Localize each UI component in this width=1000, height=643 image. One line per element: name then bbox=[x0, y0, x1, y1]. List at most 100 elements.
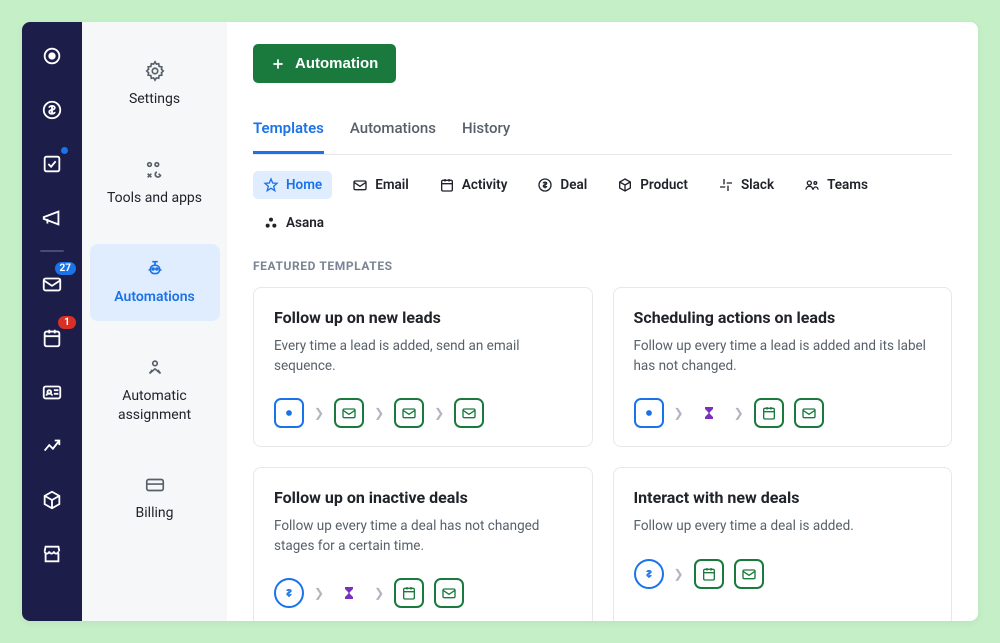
filter-home[interactable]: Home bbox=[253, 171, 332, 199]
mail-icon bbox=[434, 578, 464, 608]
wait-icon bbox=[334, 578, 364, 608]
filter-email[interactable]: Email bbox=[342, 171, 419, 199]
nav-marketplace-icon[interactable] bbox=[38, 540, 66, 568]
calendar-icon bbox=[694, 559, 724, 589]
side-label: Settings bbox=[129, 91, 180, 107]
button-label: Automation bbox=[295, 55, 378, 72]
filter-label: Product bbox=[640, 177, 688, 193]
template-cards: Follow up on new leads Every time a lead… bbox=[253, 287, 952, 621]
filter-label: Email bbox=[375, 177, 409, 193]
side-item-billing[interactable]: Billing bbox=[90, 460, 220, 537]
filter-asana[interactable]: Asana bbox=[253, 209, 334, 237]
mail-icon bbox=[334, 398, 364, 428]
nav-insights-icon[interactable] bbox=[38, 432, 66, 460]
box-icon bbox=[617, 177, 633, 193]
filter-teams[interactable]: Teams bbox=[794, 171, 878, 199]
card-desc: Follow up every time a deal is added. bbox=[634, 517, 932, 537]
target-icon bbox=[274, 398, 304, 428]
template-card[interactable]: Scheduling actions on leads Follow up ev… bbox=[613, 287, 953, 447]
chevron-right-icon: ❯ bbox=[314, 406, 324, 420]
side-item-settings[interactable]: Settings bbox=[90, 46, 220, 123]
side-label: Tools and apps bbox=[107, 190, 202, 206]
filter-deal[interactable]: Deal bbox=[527, 171, 597, 199]
dollar-icon bbox=[537, 177, 553, 193]
tools-icon bbox=[144, 159, 166, 181]
filter-label: Activity bbox=[462, 177, 508, 193]
chevron-right-icon: ❯ bbox=[674, 406, 684, 420]
card-title: Follow up on inactive deals bbox=[274, 488, 572, 507]
nav-activities-icon[interactable]: 1 bbox=[38, 324, 66, 352]
card-title: Interact with new deals bbox=[634, 488, 932, 507]
nav-mail-badge: 27 bbox=[55, 262, 76, 275]
card-desc: Every time a lead is added, send an emai… bbox=[274, 337, 572, 376]
mail-icon bbox=[454, 398, 484, 428]
chevron-right-icon: ❯ bbox=[434, 406, 444, 420]
nav-products-icon[interactable] bbox=[38, 486, 66, 514]
side-item-tools[interactable]: Tools and apps bbox=[90, 145, 220, 222]
side-item-automations[interactable]: Automations bbox=[90, 244, 220, 321]
chevron-right-icon: ❯ bbox=[374, 586, 384, 600]
mail-icon bbox=[734, 559, 764, 589]
calendar-icon bbox=[439, 177, 455, 193]
nav-contacts-icon[interactable] bbox=[38, 378, 66, 406]
template-card[interactable]: Follow up on new leads Every time a lead… bbox=[253, 287, 593, 447]
nav-rail: 27 1 bbox=[22, 22, 82, 621]
add-automation-button[interactable]: Automation bbox=[253, 44, 396, 83]
side-item-assignment[interactable]: Automatic assignment bbox=[90, 343, 220, 439]
chevron-right-icon: ❯ bbox=[374, 406, 384, 420]
main-content: Automation Templates Automations History… bbox=[227, 22, 978, 621]
filter-bar: Home Email Activity Deal Product Slack bbox=[253, 171, 952, 237]
calendar-icon bbox=[394, 578, 424, 608]
filter-activity[interactable]: Activity bbox=[429, 171, 518, 199]
filter-label: Teams bbox=[827, 177, 868, 193]
chevron-right-icon: ❯ bbox=[314, 586, 324, 600]
card-flow: ❯ ❯ bbox=[274, 578, 572, 608]
side-panel: Settings Tools and apps Automations Auto… bbox=[82, 22, 227, 621]
card-desc: Follow up every time a lead is added and… bbox=[634, 337, 932, 376]
nav-campaigns-icon[interactable] bbox=[38, 204, 66, 232]
filter-label: Asana bbox=[286, 215, 324, 231]
nav-separator bbox=[40, 250, 64, 252]
tab-history[interactable]: History bbox=[462, 109, 510, 154]
mail-icon bbox=[794, 398, 824, 428]
dollar-icon bbox=[634, 559, 664, 589]
dollar-icon bbox=[274, 578, 304, 608]
filter-slack[interactable]: Slack bbox=[708, 171, 784, 199]
wait-icon bbox=[694, 398, 724, 428]
card-icon bbox=[144, 474, 166, 496]
plus-icon bbox=[271, 57, 285, 71]
side-label: Billing bbox=[136, 505, 174, 521]
side-label: Automations bbox=[114, 289, 195, 305]
template-card[interactable]: Interact with new deals Follow up every … bbox=[613, 467, 953, 621]
nav-deals-icon[interactable] bbox=[38, 96, 66, 124]
asana-icon bbox=[263, 215, 279, 231]
assign-icon bbox=[144, 357, 166, 379]
nav-projects-icon[interactable] bbox=[38, 150, 66, 178]
app-shell: 27 1 Settings Tools and apps A bbox=[22, 22, 978, 621]
robot-icon bbox=[144, 258, 166, 280]
mail-icon bbox=[394, 398, 424, 428]
nav-mail-icon[interactable]: 27 bbox=[38, 270, 66, 298]
card-desc: Follow up every time a deal has not chan… bbox=[274, 517, 572, 556]
filter-label: Slack bbox=[741, 177, 774, 193]
nav-activities-badge: 1 bbox=[58, 316, 76, 329]
star-icon bbox=[263, 177, 279, 193]
template-card[interactable]: Follow up on inactive deals Follow up ev… bbox=[253, 467, 593, 621]
section-label: FEATURED TEMPLATES bbox=[253, 259, 952, 273]
chevron-right-icon: ❯ bbox=[674, 567, 684, 581]
card-flow: ❯ bbox=[634, 559, 932, 589]
gear-icon bbox=[144, 60, 166, 82]
mail-icon bbox=[352, 177, 368, 193]
chevron-right-icon: ❯ bbox=[734, 406, 744, 420]
tab-templates[interactable]: Templates bbox=[253, 109, 324, 154]
teams-icon bbox=[804, 177, 820, 193]
tab-automations[interactable]: Automations bbox=[350, 109, 436, 154]
filter-label: Deal bbox=[560, 177, 587, 193]
nav-dot-icon bbox=[61, 147, 68, 154]
side-label: Automatic assignment bbox=[118, 388, 191, 423]
filter-product[interactable]: Product bbox=[607, 171, 698, 199]
card-flow: ❯ ❯ bbox=[634, 398, 932, 428]
nav-leads-icon[interactable] bbox=[38, 42, 66, 70]
target-icon bbox=[634, 398, 664, 428]
calendar-icon bbox=[754, 398, 784, 428]
